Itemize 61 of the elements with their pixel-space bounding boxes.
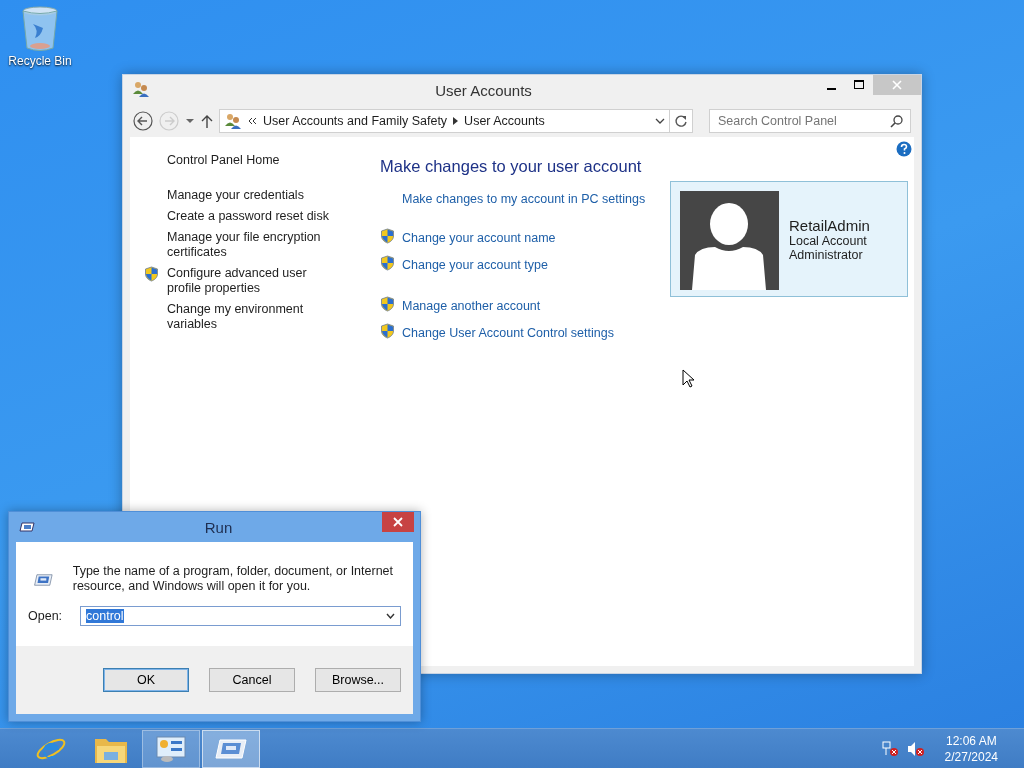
dialog-title: Run	[203, 518, 234, 536]
task-link[interactable]: Make changes to my account in PC settings	[402, 192, 646, 206]
speaker-muted-icon[interactable]	[906, 741, 925, 757]
users-icon	[132, 80, 150, 97]
open-label: Open:	[28, 609, 63, 623]
up-arrow-icon[interactable]	[201, 114, 213, 128]
help-icon[interactable]	[896, 141, 912, 157]
task-link[interactable]: Change your account name	[402, 230, 556, 245]
breadcrumb-item[interactable]: User Accounts	[464, 114, 545, 128]
cancel-button[interactable]: Cancel	[209, 668, 295, 692]
browse-button[interactable]: Browse...	[315, 668, 401, 692]
account-role: Administrator	[789, 248, 864, 262]
run-icon	[215, 739, 247, 759]
sidebar-link[interactable]: Manage your file encryption certificates	[167, 230, 332, 260]
close-button[interactable]	[382, 512, 414, 532]
trash-bin-icon[interactable]	[21, 6, 59, 52]
search-field[interactable]: Search Control Panel	[710, 114, 890, 128]
dropdown-icon[interactable]	[386, 613, 395, 619]
breadcrumb-item[interactable]: User Accounts and Family Safety	[263, 114, 448, 128]
sidebar-link[interactable]: Create a password reset disk	[167, 209, 332, 224]
task-link[interactable]: Change your account type	[402, 257, 548, 272]
account-type: Local Account	[789, 234, 868, 248]
refresh-icon[interactable]	[669, 109, 693, 133]
sidebar-link[interactable]: Change my environment variables	[167, 302, 332, 332]
close-icon	[892, 80, 902, 90]
network-error-icon[interactable]	[880, 741, 899, 757]
instruction-text: Type the name of a program, folder, document, or Internet resource, and Windows will open it for you.	[72, 564, 395, 594]
open-combo-box[interactable]: control	[80, 606, 401, 626]
shield-icon	[380, 296, 395, 312]
sidebar-link[interactable]: Control Panel Home	[167, 153, 332, 168]
back-icon[interactable]	[133, 111, 153, 131]
close-icon	[393, 517, 403, 527]
search-box[interactable]: Search Control Panel	[709, 109, 911, 133]
taskbar-button[interactable]	[202, 730, 260, 768]
clock-date[interactable]: 2/27/2024	[944, 749, 998, 765]
taskbar-button[interactable]	[142, 730, 200, 768]
triangle-icon	[453, 117, 459, 125]
users-icon	[224, 113, 242, 129]
mouse-cursor-icon	[682, 369, 694, 388]
window-title: User Accounts	[434, 81, 533, 99]
minimize-icon	[826, 87, 836, 90]
shield-icon	[380, 255, 395, 271]
run-icon	[19, 522, 35, 532]
address-bar[interactable]: User Accounts and Family Safety User Accounts	[219, 109, 670, 133]
account-name: RetailAdmin	[789, 217, 870, 234]
maximize-icon	[854, 80, 864, 90]
clock-time[interactable]: 12:06 AM	[945, 733, 997, 749]
shield-icon	[144, 266, 159, 282]
search-icon[interactable]	[890, 114, 904, 128]
task-link[interactable]: Change User Account Control settings	[402, 325, 614, 340]
shield-icon	[380, 323, 395, 339]
sidebar-link[interactable]: Manage your credentials	[167, 188, 332, 203]
dropdown-icon[interactable]	[655, 118, 665, 124]
sidebar-link[interactable]: Configure advanced user profile properties	[167, 266, 332, 296]
chevron-icon	[248, 117, 257, 125]
shield-icon	[380, 228, 395, 244]
ok-button[interactable]: OK	[103, 668, 189, 692]
page-heading: Make changes to your user account	[380, 157, 643, 176]
task-link[interactable]: Manage another account	[402, 298, 541, 313]
control-panel-icon	[155, 735, 187, 763]
user-avatar-icon	[680, 191, 779, 290]
